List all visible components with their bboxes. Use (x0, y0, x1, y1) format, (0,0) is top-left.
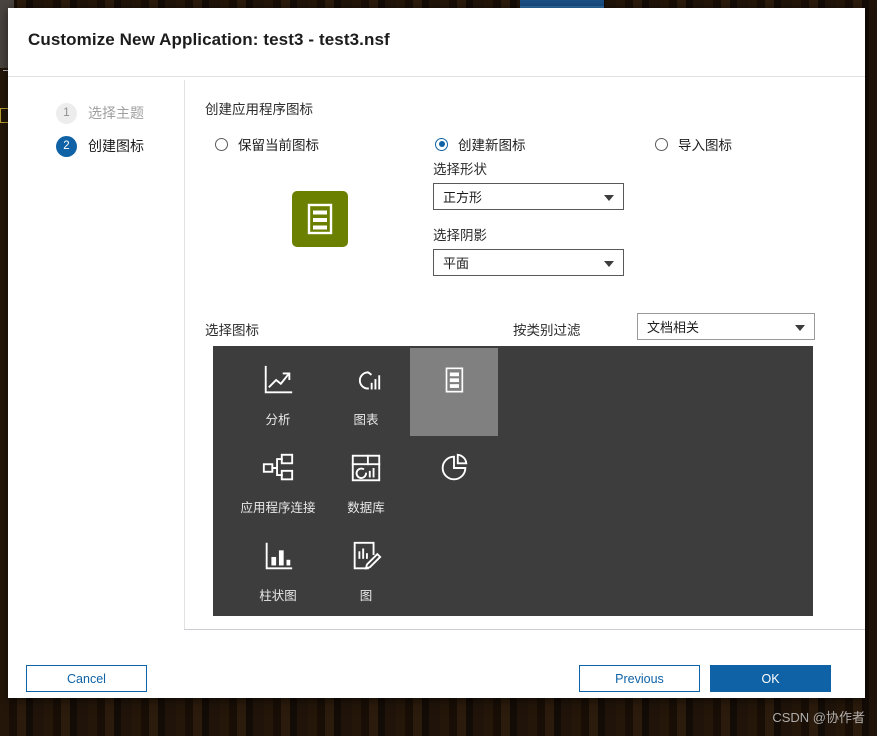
chevron-down-icon (795, 324, 805, 331)
category-filter-value: 文档相关 (647, 320, 700, 335)
icon-cell[interactable]: 分析 (234, 348, 322, 436)
radio-keep-current-icon[interactable]: 保留当前图标 (215, 134, 319, 154)
shape-field-label: 选择形状 (433, 162, 487, 177)
title-separator (8, 76, 865, 77)
section-label-create-icon: 创建应用程序图标 (205, 102, 313, 117)
icon-chooser-title: 选择图标 (205, 323, 259, 338)
step-label-2: 创建图标 (88, 138, 144, 154)
shadow-select-value: 平面 (443, 256, 470, 271)
step-rail: 1 选择主题 2 创建图标 (56, 98, 186, 164)
pie-chart-icon (436, 450, 472, 486)
app-connection-icon (260, 450, 296, 486)
document-list-icon (436, 362, 472, 398)
dialog-content: 创建应用程序图标 保留当前图标 创建新图标 导入图标 选择形状 正方形 选择阴影… (205, 98, 865, 616)
chevron-down-icon (604, 260, 614, 267)
step-item-select-theme[interactable]: 1 选择主题 (56, 98, 186, 128)
icon-caption: 图表 (353, 413, 379, 427)
document-list-icon (307, 203, 333, 235)
radio-create-new-icon[interactable]: 创建新图标 (435, 134, 526, 154)
watermark: CSDN @协作者 (772, 710, 865, 725)
bar-chart-icon (260, 538, 296, 574)
icon-cell[interactable]: 柱状图 (234, 524, 322, 612)
previous-button[interactable]: Previous (579, 665, 700, 692)
icon-cell[interactable] (410, 348, 498, 436)
step-item-create-icon[interactable]: 2 创建图标 (56, 131, 186, 161)
chart-edit-icon (348, 538, 384, 574)
content-bottom-rule (184, 629, 865, 630)
radio-label-import: 导入图标 (678, 138, 732, 153)
radio-label-create-new: 创建新图标 (458, 138, 526, 153)
shadow-select[interactable]: 平面 (433, 249, 624, 276)
icon-caption: 柱状图 (259, 589, 297, 603)
line-chart-arrow-icon (260, 362, 296, 398)
icon-cell[interactable]: 数据库 (322, 436, 410, 524)
customize-application-dialog: Customize New Application: test3 - test3… (8, 8, 865, 698)
shape-select-value: 正方形 (443, 190, 483, 205)
radio-mark-create-new (435, 137, 448, 151)
shape-select[interactable]: 正方形 (433, 183, 624, 210)
ok-button[interactable]: OK (710, 665, 831, 692)
icon-chooser-header: 选择图标 按类别过滤 文档相关 (205, 313, 865, 343)
icon-preview-tile (292, 191, 348, 247)
cancel-button[interactable]: Cancel (26, 665, 147, 692)
chevron-down-icon (604, 194, 614, 201)
icon-grid: 分析 图表应用程序连接 数据库柱状图 图 (213, 346, 813, 616)
icon-preview (292, 191, 348, 247)
icon-cell[interactable]: 图 (322, 524, 410, 612)
step-label-1: 选择主题 (88, 105, 144, 121)
step-badge-2: 2 (56, 135, 77, 157)
radio-label-keep-current: 保留当前图标 (238, 138, 319, 153)
icon-caption: 数据库 (347, 501, 385, 515)
cloud-bars-icon (348, 362, 384, 398)
radio-import-icon[interactable]: 导入图标 (655, 134, 732, 154)
rail-vertical-rule (184, 80, 185, 630)
dialog-title: Customize New Application: test3 - test3… (28, 30, 390, 49)
icon-caption: 图 (359, 589, 373, 603)
radio-mark-import (655, 137, 668, 151)
step-badge-1: 1 (56, 102, 77, 124)
icon-cell[interactable]: 应用程序连接 (234, 436, 322, 524)
icon-cell[interactable] (410, 436, 498, 524)
background-window-strip (520, 0, 604, 8)
database-dashboard-icon (348, 450, 384, 486)
category-filter-label: 按类别过滤 (513, 323, 581, 338)
icon-caption: 应用程序连接 (240, 501, 316, 515)
dialog-footer: Cancel Previous OK (8, 653, 865, 698)
icon-cell[interactable]: 图表 (322, 348, 410, 436)
shadow-field-label: 选择阴影 (433, 228, 487, 243)
icon-caption: 分析 (265, 413, 291, 427)
radio-mark-keep-current (215, 137, 228, 151)
category-filter-select[interactable]: 文档相关 (637, 313, 815, 340)
icon-style-fields: 选择形状 正方形 选择阴影 平面 (433, 158, 628, 290)
icon-source-radio-group: 保留当前图标 创建新图标 导入图标 (205, 134, 865, 156)
